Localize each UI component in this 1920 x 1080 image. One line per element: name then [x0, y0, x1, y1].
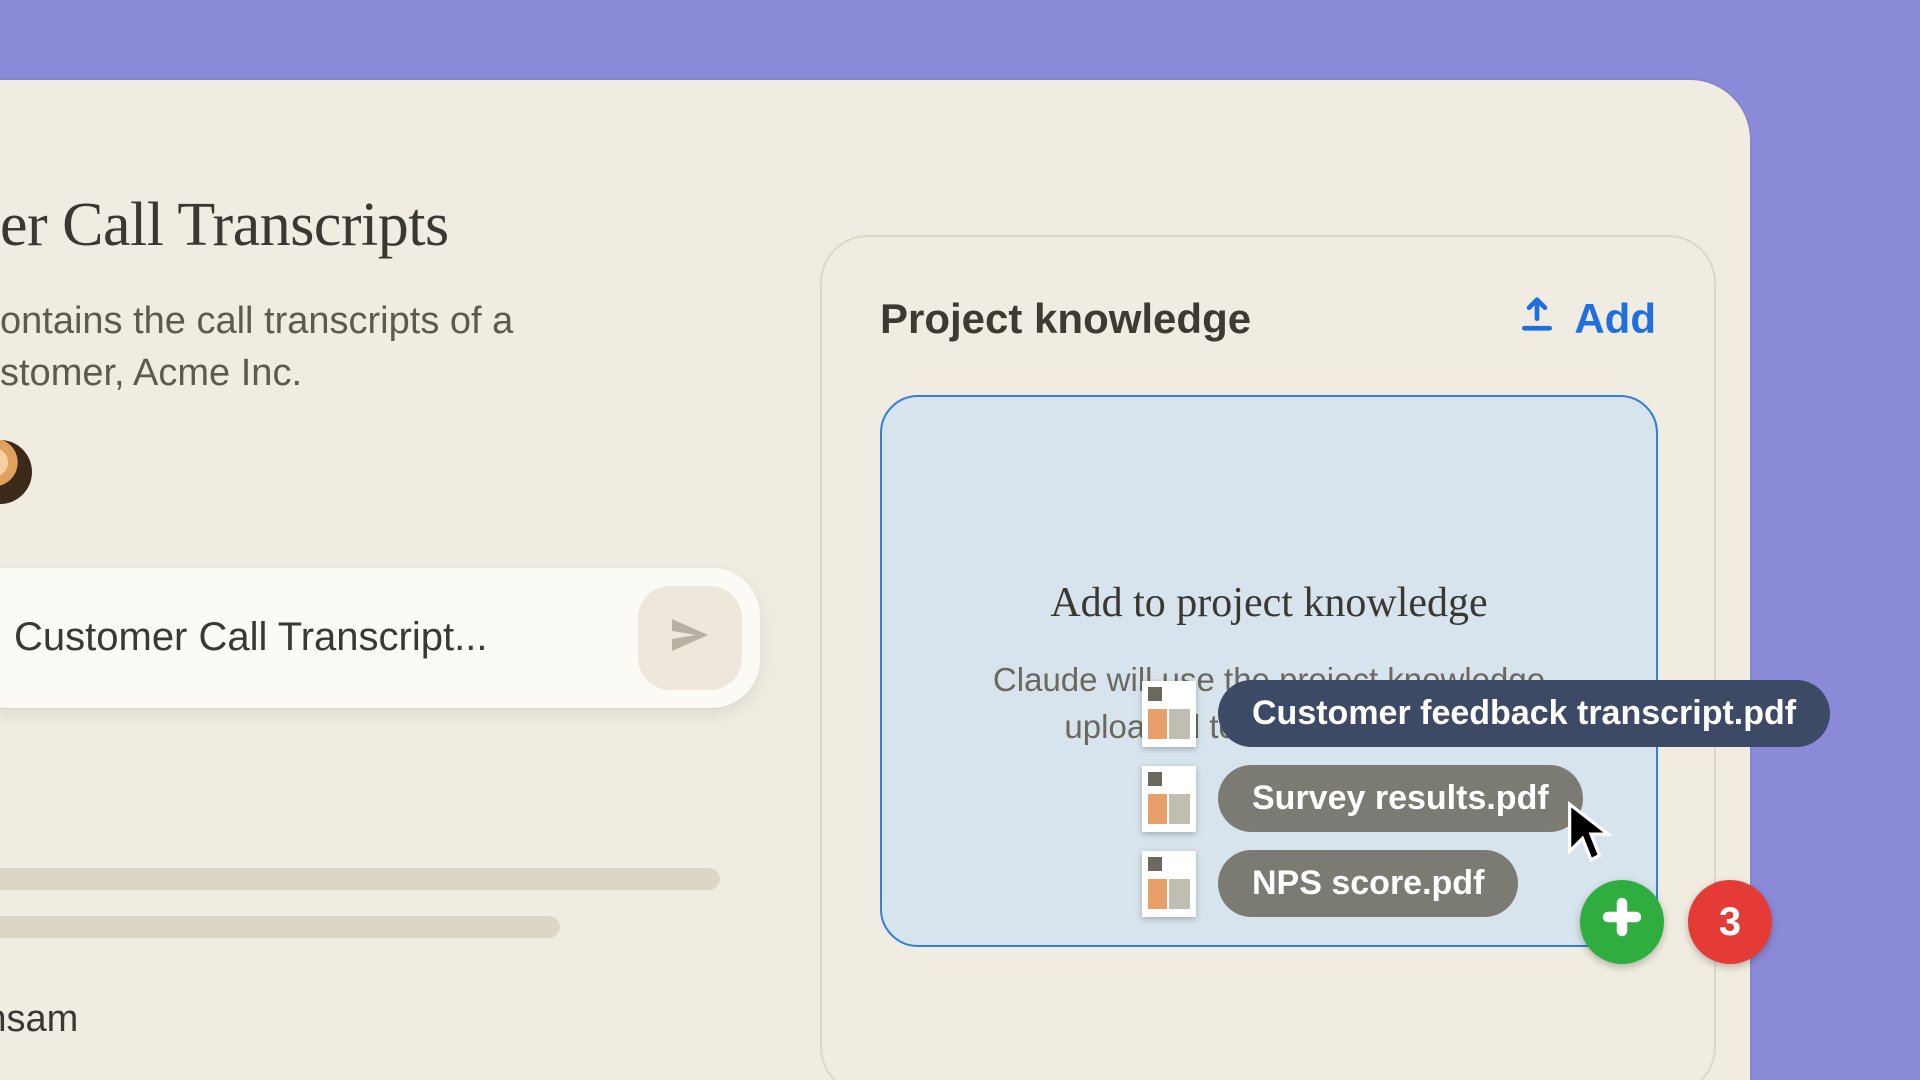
file-thumbnail-icon	[1142, 766, 1196, 832]
upload-icon	[1518, 295, 1556, 343]
send-icon	[666, 611, 714, 664]
member-avatar-row	[0, 440, 800, 504]
dragged-file: Customer feedback transcript.pdf	[1142, 680, 1830, 747]
file-thumbnail-icon	[1142, 851, 1196, 917]
file-name-pill: Customer feedback transcript.pdf	[1218, 680, 1830, 747]
file-name-pill: Survey results.pdf	[1218, 765, 1583, 832]
file-thumbnail-icon	[1142, 681, 1196, 747]
add-indicator-badge	[1580, 880, 1664, 964]
plus-icon	[1601, 896, 1643, 948]
page-title: er Call Transcripts	[0, 190, 800, 261]
file-name-pill: NPS score.pdf	[1218, 850, 1518, 917]
member-avatar[interactable]	[0, 440, 32, 504]
chat-input[interactable]: Customer Call Transcript...	[14, 615, 618, 660]
conversation-preview[interactable]: Ahsam	[0, 868, 740, 1041]
send-button[interactable]	[638, 586, 742, 690]
chat-input-container[interactable]: Customer Call Transcript...	[0, 568, 760, 708]
page-description-line2: stomer, Acme Inc.	[0, 352, 302, 394]
drag-badges: 3	[1580, 880, 1772, 964]
add-button-label: Add	[1574, 295, 1656, 343]
panel-title: Project knowledge	[880, 295, 1251, 343]
page-description: ontains the call transcripts of a stomer…	[0, 295, 640, 400]
preview-text-line	[0, 868, 720, 890]
conversation-author: Ahsam	[0, 998, 740, 1041]
project-main-pane: er Call Transcripts ontains the call tra…	[0, 80, 800, 1080]
dragged-file: Survey results.pdf	[1142, 765, 1830, 832]
panel-header: Project knowledge Add	[880, 295, 1656, 343]
add-knowledge-button[interactable]: Add	[1518, 295, 1656, 343]
dropzone-title: Add to project knowledge	[882, 579, 1656, 627]
page-description-line1: ontains the call transcripts of a	[0, 300, 513, 342]
file-count-badge: 3	[1688, 880, 1772, 964]
preview-text-line	[0, 916, 560, 938]
